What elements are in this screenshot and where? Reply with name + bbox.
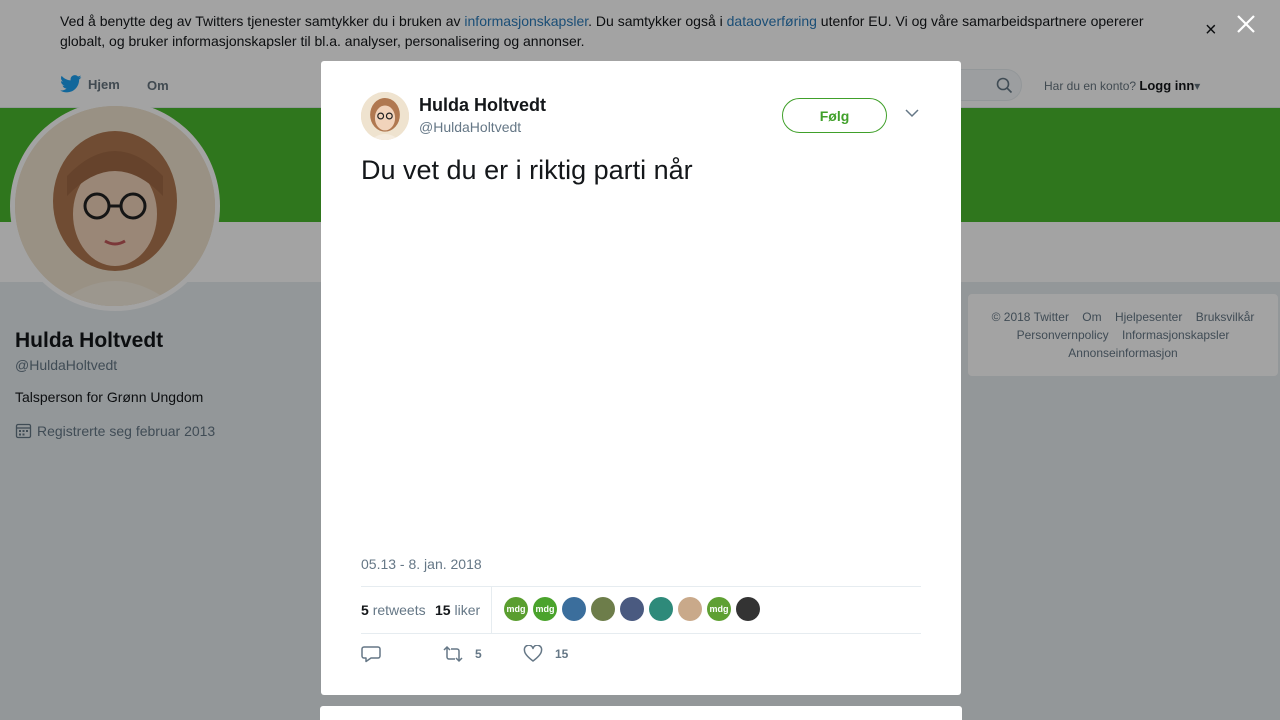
tweet-author-photo bbox=[361, 92, 409, 140]
tweet-author-name[interactable]: Hulda Holtvedt bbox=[419, 95, 546, 116]
tweet-author-handle[interactable]: @HuldaHoltvedt bbox=[419, 119, 521, 135]
liker-avatar-label: mdg bbox=[709, 604, 729, 614]
retweet-label: retweets bbox=[372, 602, 426, 618]
liker-avatar[interactable] bbox=[620, 597, 644, 621]
reply-icon bbox=[361, 646, 381, 663]
liker-avatar[interactable]: mdg bbox=[533, 597, 557, 621]
liker-avatar-label: mdg bbox=[535, 604, 555, 614]
tweet-timestamp[interactable]: 05.13 - 8. jan. 2018 bbox=[361, 556, 482, 572]
tweet-stats: 5 retweets 15 liker mdg mdg mdg bbox=[361, 586, 921, 634]
liker-avatar[interactable] bbox=[562, 597, 586, 621]
like-label: liker bbox=[454, 602, 481, 618]
tweet-text: Du vet du er i riktig parti når bbox=[361, 155, 693, 185]
liker-avatar-label: mdg bbox=[506, 604, 526, 614]
tweet-author-avatar[interactable] bbox=[361, 92, 409, 140]
stats-divider bbox=[491, 587, 492, 634]
liker-avatar[interactable] bbox=[649, 597, 673, 621]
like-action-count: 15 bbox=[555, 647, 569, 661]
heart-icon bbox=[523, 645, 543, 662]
liker-avatar[interactable] bbox=[678, 597, 702, 621]
retweet-icon bbox=[443, 645, 463, 663]
retweet-action-count: 5 bbox=[475, 647, 482, 661]
chevron-down-icon[interactable] bbox=[905, 108, 919, 118]
reply-button[interactable] bbox=[361, 645, 393, 663]
retweet-count: 5 bbox=[361, 602, 369, 618]
liker-avatar[interactable] bbox=[736, 597, 760, 621]
follow-button[interactable]: Følg bbox=[782, 98, 887, 133]
like-button[interactable]: 15 bbox=[523, 645, 568, 663]
like-count: 15 bbox=[435, 602, 451, 618]
liker-avatar[interactable]: mdg bbox=[504, 597, 528, 621]
retweet-button[interactable]: 5 bbox=[443, 645, 482, 663]
close-icon[interactable] bbox=[1234, 12, 1258, 36]
like-stat[interactable]: 15 liker bbox=[435, 602, 480, 618]
liker-avatars: mdg mdg mdg bbox=[504, 597, 765, 621]
retweet-stat[interactable]: 5 retweets bbox=[361, 602, 426, 618]
next-tweet-card bbox=[320, 706, 962, 720]
tweet-actions: 5 15 bbox=[361, 643, 921, 673]
tweet-modal: Hulda Holtvedt @HuldaHoltvedt Følg Du ve… bbox=[321, 61, 961, 695]
liker-avatar[interactable]: mdg bbox=[707, 597, 731, 621]
liker-avatar[interactable] bbox=[591, 597, 615, 621]
